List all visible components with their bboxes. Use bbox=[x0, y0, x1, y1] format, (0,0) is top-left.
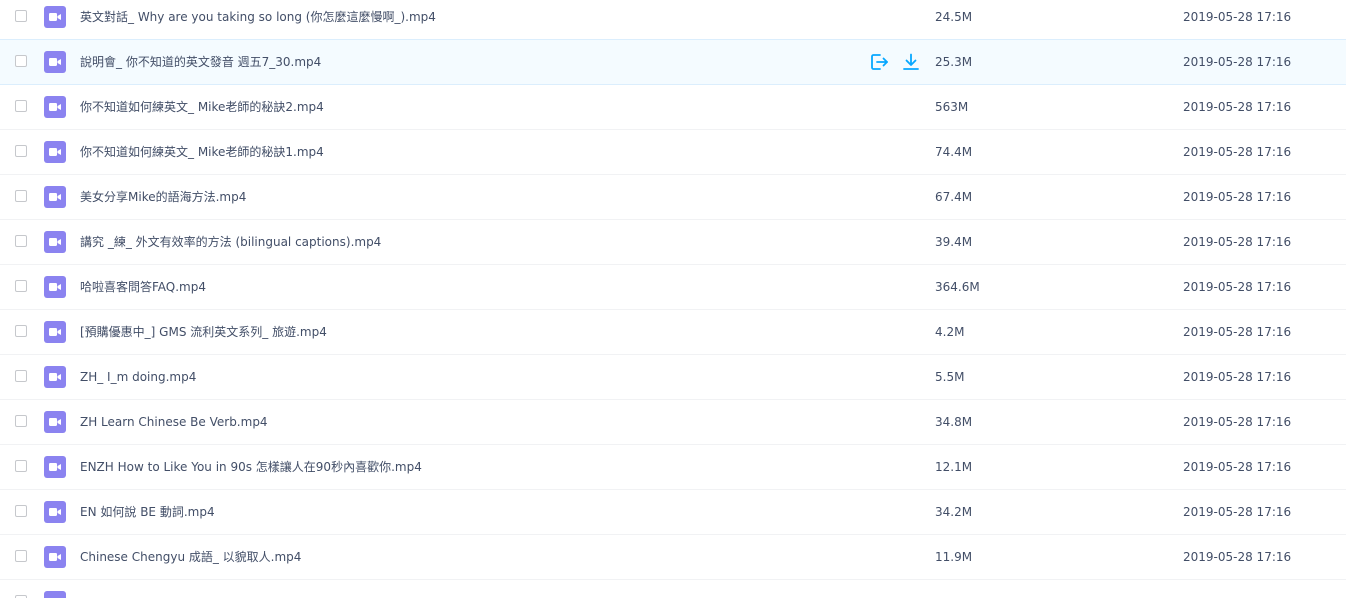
video-file-icon bbox=[44, 411, 66, 433]
file-name[interactable]: EN 如何說 BE 動詞.mp4 bbox=[80, 490, 215, 534]
file-size: 34.2M bbox=[935, 505, 973, 519]
file-size: 563M bbox=[935, 100, 969, 114]
file-name[interactable]: 哈啦喜客問答FAQ.mp4 bbox=[80, 265, 206, 309]
video-file-icon bbox=[44, 276, 66, 298]
download-icon[interactable] bbox=[901, 52, 921, 72]
file-row[interactable]: ZH_ I_m doing.mp4 5.5M 2019-05-28 17:16 bbox=[0, 355, 1346, 400]
file-row[interactable]: Chinese Chengyu 成語_ 以貌取人.mp4 11.9M 2019-05… bbox=[0, 535, 1346, 580]
file-row[interactable]: 講究 _練_ 外文有效率的方法 (bilingual captions).mp4… bbox=[0, 220, 1346, 265]
file-row[interactable]: EN 如何說 BE 動詞.mp4 34.2M 2019-05-28 17:16 bbox=[0, 490, 1346, 535]
video-file-icon bbox=[44, 321, 66, 343]
row-checkbox[interactable] bbox=[15, 460, 27, 472]
row-checkbox[interactable] bbox=[15, 280, 27, 292]
file-size: 4.2M bbox=[935, 325, 965, 339]
file-row[interactable]: [預購優惠中_] GMS 流利英文系列_ 旅遊.mp4 4.2M 2019-05-2… bbox=[0, 310, 1346, 355]
file-modified-date: 2019-05-28 17:16 bbox=[1183, 550, 1292, 564]
file-row[interactable]: 說明會_ 你不知道的英文發音 週五7_30.mp4 25.3M 2019-05-28… bbox=[0, 39, 1346, 85]
file-name[interactable]: 美女分享Mike的語海方法.mp4 bbox=[80, 175, 246, 219]
file-name[interactable]: ZH Learn Chinese Be Verb.mp4 bbox=[80, 400, 268, 444]
video-file-icon bbox=[44, 546, 66, 568]
video-file-icon bbox=[44, 456, 66, 478]
file-modified-date: 2019-05-28 17:16 bbox=[1183, 190, 1292, 204]
file-size: 12.1M bbox=[935, 460, 973, 474]
file-modified-date: 2019-05-28 17:16 bbox=[1183, 55, 1292, 69]
file-size: 74.4M bbox=[935, 145, 973, 159]
row-checkbox[interactable] bbox=[15, 370, 27, 382]
file-modified-date: 2019-05-28 17:16 bbox=[1183, 460, 1292, 474]
file-size: 25.3M bbox=[935, 55, 973, 69]
row-checkbox[interactable] bbox=[15, 235, 27, 247]
row-checkbox[interactable] bbox=[15, 190, 27, 202]
row-checkbox[interactable] bbox=[15, 325, 27, 337]
file-modified-date: 2019-05-28 17:16 bbox=[1183, 10, 1292, 24]
video-file-icon bbox=[44, 51, 66, 73]
file-row[interactable]: 英文對話_ Why are you taking so long (你怎麼這麼慢… bbox=[0, 0, 1346, 40]
file-size: 67.4M bbox=[935, 190, 973, 204]
file-name[interactable]: 你不知道如何練英文_ Mike老師的秘訣2.mp4 bbox=[80, 85, 324, 129]
file-name[interactable]: 英文對話_ Why are you taking so long (你怎麼這麼慢… bbox=[80, 0, 436, 39]
file-size: 11.9M bbox=[935, 550, 973, 564]
file-modified-date: 2019-05-28 17:16 bbox=[1183, 145, 1292, 159]
file-name[interactable]: ZH_ I_m doing.mp4 bbox=[80, 355, 196, 399]
file-name[interactable]: 說明會_ 你不知道的英文發音 週五7_30.mp4 bbox=[80, 40, 321, 84]
file-size: 5.5M bbox=[935, 370, 965, 384]
file-row[interactable] bbox=[0, 580, 1346, 598]
video-file-icon bbox=[44, 366, 66, 388]
file-size: 364.6M bbox=[935, 280, 980, 294]
file-modified-date: 2019-05-28 17:16 bbox=[1183, 415, 1292, 429]
file-size: 24.5M bbox=[935, 10, 973, 24]
file-row[interactable]: ENZH How to Like You in 90s 怎樣讓人在90秒內喜歡你… bbox=[0, 445, 1346, 490]
file-name[interactable]: 講究 _練_ 外文有效率的方法 (bilingual captions).mp4 bbox=[80, 220, 381, 264]
file-name[interactable]: Chinese Chengyu 成語_ 以貌取人.mp4 bbox=[80, 535, 301, 579]
row-checkbox[interactable] bbox=[15, 100, 27, 112]
video-file-icon bbox=[44, 6, 66, 28]
file-modified-date: 2019-05-28 17:16 bbox=[1183, 325, 1292, 339]
row-checkbox[interactable] bbox=[15, 145, 27, 157]
file-row[interactable]: 你不知道如何練英文_ Mike老師的秘訣1.mp4 74.4M 2019-05-28… bbox=[0, 130, 1346, 175]
file-row[interactable]: 你不知道如何練英文_ Mike老師的秘訣2.mp4 563M 2019-05-28 … bbox=[0, 85, 1346, 130]
file-row[interactable]: 哈啦喜客問答FAQ.mp4 364.6M 2019-05-28 17:16 bbox=[0, 265, 1346, 310]
file-list: 英文對話_ Why are you taking so long (你怎麼這麼慢… bbox=[0, 0, 1346, 598]
file-size: 39.4M bbox=[935, 235, 973, 249]
row-checkbox[interactable] bbox=[15, 10, 27, 22]
share-icon[interactable] bbox=[869, 52, 889, 72]
video-file-icon bbox=[44, 501, 66, 523]
file-modified-date: 2019-05-28 17:16 bbox=[1183, 100, 1292, 114]
row-checkbox[interactable] bbox=[15, 55, 27, 67]
video-file-icon bbox=[44, 231, 66, 253]
row-checkbox[interactable] bbox=[15, 505, 27, 517]
file-name[interactable]: [預購優惠中_] GMS 流利英文系列_ 旅遊.mp4 bbox=[80, 310, 327, 354]
file-row[interactable]: ZH Learn Chinese Be Verb.mp4 34.8M 2019-05… bbox=[0, 400, 1346, 445]
video-file-icon bbox=[44, 96, 66, 118]
file-name[interactable]: 你不知道如何練英文_ Mike老師的秘訣1.mp4 bbox=[80, 130, 324, 174]
file-modified-date: 2019-05-28 17:16 bbox=[1183, 235, 1292, 249]
video-file-icon bbox=[44, 186, 66, 208]
file-size: 34.8M bbox=[935, 415, 973, 429]
file-modified-date: 2019-05-28 17:16 bbox=[1183, 370, 1292, 384]
file-name[interactable]: ENZH How to Like You in 90s 怎樣讓人在90秒內喜歡你… bbox=[80, 445, 422, 489]
file-row[interactable]: 美女分享Mike的語海方法.mp4 67.4M 2019-05-28 17:16 bbox=[0, 175, 1346, 220]
video-file-icon bbox=[44, 141, 66, 163]
row-checkbox[interactable] bbox=[15, 415, 27, 427]
file-modified-date: 2019-05-28 17:16 bbox=[1183, 280, 1292, 294]
video-file-icon bbox=[44, 591, 66, 598]
row-checkbox[interactable] bbox=[15, 550, 27, 562]
file-modified-date: 2019-05-28 17:16 bbox=[1183, 505, 1292, 519]
